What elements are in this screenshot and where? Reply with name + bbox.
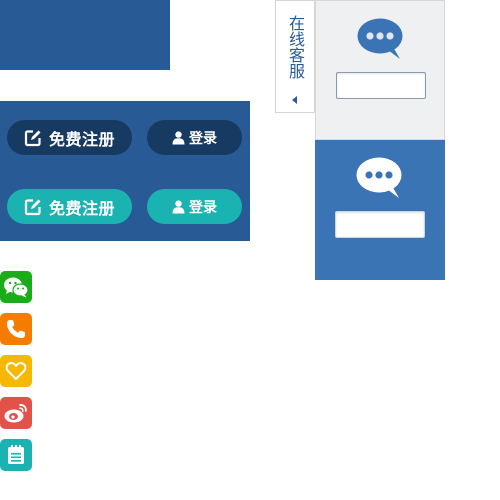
register-label: 免费注册 (48, 129, 115, 149)
top-banner-block (0, 0, 170, 70)
chat-bubble-icon[interactable] (356, 17, 404, 65)
notepad-icon[interactable] (0, 439, 32, 471)
user-icon (172, 199, 185, 214)
chat-panel-light (315, 0, 445, 140)
login-label: 登录 (189, 130, 217, 147)
login-button-dark[interactable]: 登录 (147, 120, 242, 155)
user-icon (172, 130, 185, 145)
phone-icon[interactable] (0, 313, 32, 345)
register-label: 免费注册 (48, 198, 115, 218)
online-service-tab[interactable]: 在线客服 (275, 0, 315, 113)
chat-panel-blue (315, 140, 445, 280)
register-button-dark[interactable]: 免费注册 (7, 120, 132, 155)
collapse-arrow-icon (292, 96, 297, 104)
chat-input[interactable] (336, 72, 426, 99)
heart-icon[interactable] (0, 355, 32, 387)
chat-input[interactable] (335, 211, 425, 238)
login-button-teal[interactable]: 登录 (147, 189, 242, 224)
edit-icon (24, 198, 42, 216)
register-button-teal[interactable]: 免费注册 (7, 189, 132, 224)
login-label: 登录 (189, 199, 217, 216)
chat-bubble-icon[interactable] (355, 156, 403, 204)
wechat-icon[interactable] (0, 271, 32, 303)
login-panel: 免费注册 登录 免费注册 登录 (0, 101, 250, 241)
edit-icon (24, 129, 42, 147)
weibo-icon[interactable] (0, 397, 32, 429)
online-service-label: 在线客服 (286, 15, 305, 79)
